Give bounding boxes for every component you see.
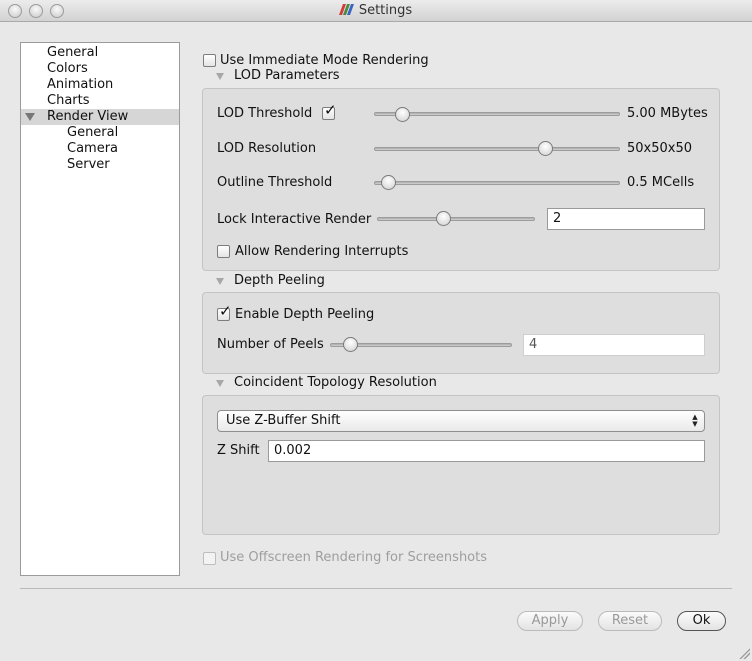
z-shift-label: Z Shift bbox=[217, 443, 260, 458]
coincident-section-title: Coincident Topology Resolution bbox=[234, 375, 437, 390]
outline-threshold-slider-handle[interactable] bbox=[380, 175, 396, 190]
up-down-arrows-icon: ▲ ▼ bbox=[692, 413, 698, 428]
tree-item-camera[interactable]: Camera bbox=[67, 141, 118, 157]
lock-interactive-render-input[interactable]: 2 bbox=[547, 208, 705, 230]
offscreen-rendering-checkbox[interactable] bbox=[203, 552, 216, 565]
apply-button[interactable]: Apply bbox=[517, 611, 583, 631]
z-shift-input[interactable]: 0.002 bbox=[268, 440, 705, 462]
lod-resolution-label: LOD Resolution bbox=[217, 141, 317, 156]
checkmark-icon: ✓ bbox=[324, 101, 337, 119]
lock-interactive-render-label: Lock Interactive Render bbox=[217, 212, 372, 227]
allow-interrupts-label: Allow Rendering Interrupts bbox=[235, 244, 409, 259]
immediate-mode-label: Use Immediate Mode Rendering bbox=[220, 53, 429, 68]
lod-section-title: LOD Parameters bbox=[234, 68, 340, 83]
offscreen-rendering-label: Use Offscreen Rendering for Screenshots bbox=[220, 550, 488, 565]
lod-threshold-label: LOD Threshold bbox=[217, 106, 313, 121]
lock-interactive-slider-track[interactable] bbox=[377, 217, 535, 221]
lod-resolution-slider-track[interactable] bbox=[374, 147, 620, 151]
tree-item-charts[interactable]: Charts bbox=[47, 93, 90, 109]
tree-item-animation[interactable]: Animation bbox=[47, 77, 113, 93]
depth-peeling-section-arrow-icon[interactable] bbox=[216, 278, 224, 285]
enable-depth-peeling-label: Enable Depth Peeling bbox=[235, 307, 375, 322]
coincident-mode-value: Use Z-Buffer Shift bbox=[226, 413, 341, 428]
checkmark-icon: ✓ bbox=[219, 302, 232, 320]
title-bar: Settings bbox=[0, 0, 752, 22]
number-of-peels-label: Number of Peels bbox=[217, 337, 324, 352]
tree-item-server[interactable]: Server bbox=[67, 157, 110, 173]
window-title: Settings bbox=[358, 3, 413, 18]
lod-threshold-value: 5.00 MBytes bbox=[627, 106, 708, 121]
tree-item-colors[interactable]: Colors bbox=[47, 61, 88, 77]
window-title-container: Settings bbox=[0, 3, 752, 18]
lock-interactive-slider-handle[interactable] bbox=[435, 211, 451, 226]
tree-item-render-view-label: Render View bbox=[47, 109, 129, 124]
paraview-logo-icon bbox=[339, 4, 355, 16]
enable-depth-peeling-checkbox[interactable]: ✓ bbox=[217, 304, 232, 321]
ok-button[interactable]: Ok bbox=[677, 611, 726, 631]
expand-arrow-icon[interactable] bbox=[25, 113, 35, 121]
resize-grip-icon[interactable] bbox=[738, 647, 750, 659]
outline-threshold-value: 0.5 MCells bbox=[627, 175, 695, 190]
outline-threshold-slider-track[interactable] bbox=[374, 181, 620, 185]
allow-interrupts-checkbox[interactable] bbox=[217, 245, 230, 258]
lod-threshold-slider-track[interactable] bbox=[374, 112, 620, 116]
immediate-mode-checkbox[interactable] bbox=[203, 54, 216, 67]
lod-section-arrow-icon[interactable] bbox=[216, 73, 224, 80]
outline-threshold-label: Outline Threshold bbox=[217, 175, 333, 190]
lod-threshold-slider-handle[interactable] bbox=[394, 107, 410, 122]
depth-peeling-group: ✓ Enable Depth Peeling Number of Peels 4 bbox=[202, 292, 720, 374]
lod-resolution-slider-handle[interactable] bbox=[538, 141, 553, 156]
depth-peeling-section-title: Depth Peeling bbox=[234, 273, 325, 288]
tree-item-general[interactable]: General bbox=[47, 45, 98, 61]
coincident-section-arrow-icon[interactable] bbox=[216, 380, 224, 387]
settings-category-tree[interactable]: General Colors Animation Charts Render V… bbox=[20, 42, 180, 576]
tree-item-render-view-general[interactable]: General bbox=[67, 125, 118, 141]
coincident-topology-group: Use Z-Buffer Shift ▲ ▼ Z Shift 0.002 bbox=[202, 395, 720, 535]
number-of-peels-slider-handle[interactable] bbox=[343, 337, 359, 352]
number-of-peels-input[interactable]: 4 bbox=[523, 334, 705, 356]
footer-divider bbox=[20, 588, 732, 589]
lod-threshold-checkbox[interactable]: ✓ bbox=[322, 103, 337, 120]
lod-parameters-group: LOD Threshold ✓ 5.00 MBytes LOD Resoluti… bbox=[202, 88, 720, 271]
reset-button[interactable]: Reset bbox=[598, 611, 662, 631]
lod-resolution-value: 50x50x50 bbox=[627, 141, 693, 156]
tree-item-render-view[interactable]: Render View bbox=[21, 109, 179, 125]
coincident-mode-dropdown[interactable]: Use Z-Buffer Shift ▲ ▼ bbox=[217, 410, 705, 432]
